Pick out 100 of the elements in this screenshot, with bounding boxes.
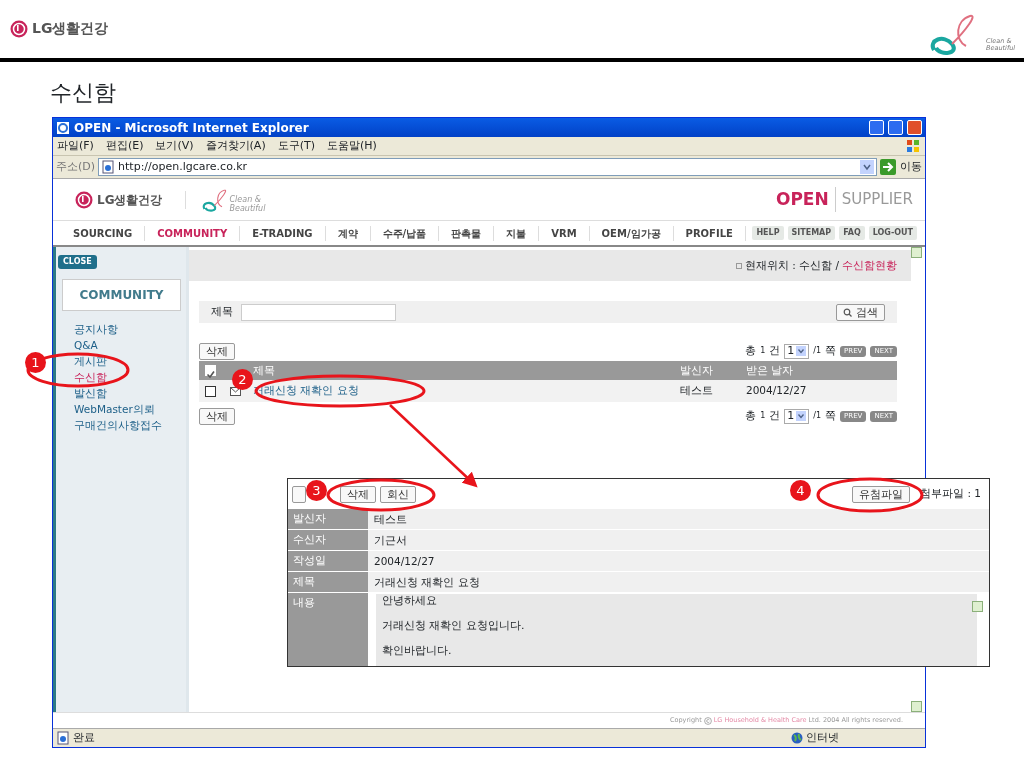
tagline: Clean & bbox=[229, 194, 262, 204]
row-checkbox[interactable] bbox=[204, 385, 216, 397]
nav-tab[interactable]: E-TRADING bbox=[240, 225, 326, 241]
table-cell-text: 2004/12/27 bbox=[745, 383, 808, 399]
count-unit: 건 bbox=[769, 408, 781, 424]
bullet-icon bbox=[735, 262, 742, 269]
status-text: 완료 bbox=[73, 729, 95, 746]
product-name: OPEN bbox=[775, 186, 836, 213]
nav-tab[interactable]: 수주/납품 bbox=[370, 225, 440, 241]
field-label: 작성일 bbox=[288, 551, 368, 571]
utility-link[interactable]: HELP bbox=[752, 226, 784, 240]
body-line: 확인바랍니다. bbox=[382, 644, 453, 658]
scroll-up-button[interactable] bbox=[911, 247, 922, 258]
field-label: 내용 bbox=[288, 593, 368, 666]
nav-tab[interactable]: 판촉물 bbox=[439, 225, 495, 241]
field-label: 발신자 bbox=[288, 509, 368, 529]
column-header: 받은 날자 bbox=[745, 362, 795, 378]
column-header: 발신자 bbox=[680, 362, 714, 378]
sidebar-item[interactable]: 수신함 bbox=[56, 371, 186, 387]
brand-name: LG생활건강 bbox=[32, 19, 109, 38]
list-button[interactable] bbox=[292, 485, 306, 503]
window-title: OPEN - Microsoft Internet Explorer bbox=[74, 119, 310, 137]
nav-tab[interactable]: SOURCING bbox=[61, 225, 146, 241]
page-unit: 쪽 bbox=[825, 343, 837, 359]
product-subtitle: SUPPLIER bbox=[840, 189, 913, 211]
page-count: /1 bbox=[813, 345, 822, 357]
brand-name: LG생활건강 bbox=[97, 191, 163, 209]
action-button[interactable]: 회신 bbox=[380, 485, 416, 503]
action-button[interactable]: 삭제 bbox=[340, 485, 376, 503]
delete-button[interactable]: 삭제 bbox=[199, 407, 235, 425]
brand-logo-icon bbox=[75, 190, 93, 209]
field-value: 기근서 bbox=[368, 530, 989, 550]
attachment-button[interactable]: 유첨파일 bbox=[852, 485, 911, 503]
sidebar-item[interactable]: WebMaster의뢰 bbox=[56, 403, 186, 419]
body-line: 안녕하세요 bbox=[382, 594, 438, 608]
menu-item[interactable]: 즐겨찾기(A) bbox=[205, 137, 266, 155]
nav-tab[interactable]: VRM bbox=[539, 225, 590, 241]
close-button[interactable] bbox=[907, 120, 922, 135]
sidebar-item[interactable]: 공지사항 bbox=[56, 323, 186, 339]
nav-tab[interactable]: 계약 bbox=[325, 225, 371, 241]
total-label: 총 bbox=[745, 343, 757, 359]
nav-tab[interactable]: OEM/임가공 bbox=[589, 225, 674, 241]
nav-tab[interactable]: PROFILE bbox=[673, 225, 746, 241]
utility-link[interactable]: SITEMAP bbox=[787, 226, 836, 240]
go-arrow-icon bbox=[880, 159, 896, 175]
menu-item[interactable]: 도구(T) bbox=[277, 137, 315, 155]
search-button[interactable]: 검색 bbox=[836, 303, 885, 321]
page-icon bbox=[56, 731, 70, 745]
utility-link[interactable]: FAQ bbox=[839, 226, 865, 240]
go-button[interactable]: 이동 bbox=[880, 158, 922, 176]
section-title: COMMUNITY bbox=[62, 279, 181, 311]
menu-item[interactable]: 파일(F) bbox=[57, 137, 94, 155]
select-all-checkbox[interactable] bbox=[204, 365, 216, 376]
scroll-up-button[interactable] bbox=[972, 601, 983, 612]
page-unit: 쪽 bbox=[825, 408, 837, 424]
minimize-button[interactable] bbox=[869, 120, 884, 135]
breadcrumb-current[interactable]: 수신함현황 bbox=[842, 257, 897, 274]
slide-title: 수신함 bbox=[50, 79, 116, 107]
brand-logo-icon bbox=[10, 19, 28, 38]
menu-item[interactable]: 도움말(H) bbox=[327, 137, 377, 155]
go-label: 이동 bbox=[900, 158, 922, 175]
field-value: 2004/12/27 bbox=[368, 551, 989, 571]
check-icon bbox=[205, 369, 215, 379]
table-cell-text: 테스트 bbox=[680, 383, 714, 399]
globe-icon bbox=[791, 732, 803, 744]
sidebar-item[interactable]: Q&A bbox=[56, 339, 186, 355]
breadcrumb-text: 현재위치 : 수신함 / bbox=[744, 257, 839, 273]
search-icon bbox=[843, 307, 852, 317]
utility-link[interactable]: LOG-OUT bbox=[868, 226, 917, 240]
count-unit: 건 bbox=[769, 343, 781, 359]
nav-tab[interactable]: 지불 bbox=[494, 225, 540, 241]
sidebar-item[interactable]: 발신함 bbox=[56, 387, 186, 403]
url-text: http://open.lgcare.co.kr bbox=[118, 158, 249, 175]
page-select[interactable]: 1 bbox=[784, 343, 810, 359]
menu-item[interactable]: 편집(E) bbox=[105, 137, 144, 155]
dropdown-arrow-icon bbox=[796, 411, 807, 421]
column-header: 제목 bbox=[252, 362, 276, 378]
nav-tab[interactable]: COMMUNITY bbox=[145, 225, 241, 241]
menu-item[interactable]: 보기(V) bbox=[155, 137, 194, 155]
windows-flag-icon bbox=[905, 138, 921, 154]
sidebar-item[interactable]: 구매건의사항접수 bbox=[56, 419, 186, 435]
field-value: 테스트 bbox=[368, 509, 989, 529]
total-count: 1 bbox=[760, 410, 766, 422]
dropdown-arrow-icon bbox=[796, 346, 807, 356]
search-field[interactable] bbox=[241, 303, 396, 321]
body-line: 거래신청 재확인 요청입니다. bbox=[382, 619, 526, 633]
delete-button[interactable]: 삭제 bbox=[199, 342, 235, 360]
total-label: 총 bbox=[745, 408, 757, 424]
zone-text: 인터넷 bbox=[806, 729, 839, 746]
close-sidebar-button[interactable]: CLOSE bbox=[58, 255, 97, 269]
page-select[interactable]: 1 bbox=[784, 408, 810, 424]
page-icon bbox=[101, 160, 116, 174]
tagline: Beautiful bbox=[229, 203, 266, 213]
field-label: 제목 bbox=[288, 572, 368, 592]
scroll-down-button[interactable] bbox=[911, 701, 922, 712]
maximize-button[interactable] bbox=[888, 120, 903, 135]
copyright-icon bbox=[703, 716, 712, 725]
sidebar-item[interactable]: 게시판 bbox=[56, 355, 186, 371]
address-field[interactable]: http://open.lgcare.co.kr bbox=[98, 158, 877, 176]
search-label: 제목 bbox=[211, 303, 233, 320]
